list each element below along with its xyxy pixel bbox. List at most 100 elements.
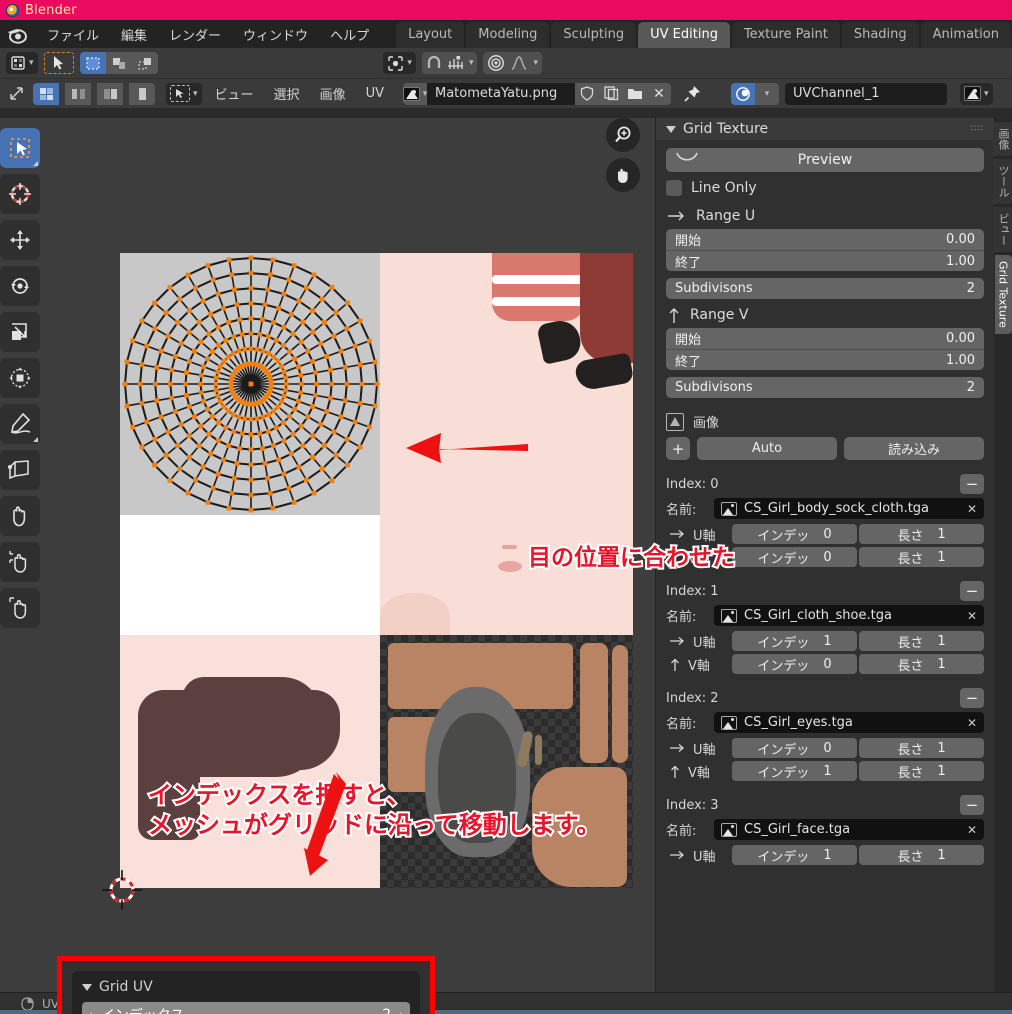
vtab-tool[interactable]: ツール: [993, 159, 1012, 204]
uv-sync-selection-button[interactable]: ▾: [166, 82, 202, 105]
zoom-button[interactable]: [606, 118, 640, 152]
tool-pinch[interactable]: [0, 542, 40, 582]
grid-texture-panel-header[interactable]: Grid Texture ∷∷: [656, 118, 994, 140]
menu-item-help[interactable]: ヘルプ: [319, 22, 380, 47]
stepper-next-icon[interactable]: ›: [391, 1008, 404, 1014]
grid-uv-panel-header[interactable]: Grid UV: [82, 979, 410, 995]
range-v-subdivisions-field[interactable]: Subdivisons 2: [666, 377, 984, 398]
line-only-checkbox[interactable]: [666, 180, 682, 196]
entry-v-length-field[interactable]: 長さ 1: [859, 761, 984, 781]
entry-u-length-field[interactable]: 長さ 1: [859, 524, 984, 544]
tool-tweak[interactable]: [0, 128, 40, 168]
range-u-subdivisions-field[interactable]: Subdivisons 2: [666, 278, 984, 299]
tab-animation[interactable]: Animation: [920, 22, 1011, 48]
select-face-mode[interactable]: [131, 52, 158, 74]
entry-u-index-field[interactable]: インデッ 1: [732, 631, 857, 651]
tab-layout[interactable]: Layout: [396, 22, 465, 48]
uv-select-island[interactable]: [129, 82, 155, 105]
clear-icon[interactable]: ✕: [967, 609, 977, 623]
entry-name-field[interactable]: CS_Girl_cloth_shoe.tga ✕: [714, 605, 984, 626]
vtab-view[interactable]: ビュー: [993, 207, 1012, 252]
tab-modeling[interactable]: Modeling: [466, 22, 550, 48]
grip-dots-icon[interactable]: ∷∷: [971, 125, 984, 134]
preview-button[interactable]: Preview: [666, 148, 984, 172]
vtab-image[interactable]: 画像: [993, 122, 1012, 156]
entry-u-length-field[interactable]: 長さ 1: [859, 631, 984, 651]
uv-menu-image[interactable]: 画像: [313, 84, 353, 103]
uv-select-face[interactable]: [97, 82, 123, 105]
menu-item-edit[interactable]: 編集: [110, 22, 158, 47]
load-button[interactable]: 読み込み: [844, 437, 984, 460]
image-name-field[interactable]: MatometaYatu.png: [427, 82, 575, 105]
uv-sync-vertex[interactable]: [33, 82, 59, 105]
tool-annotate[interactable]: [0, 404, 40, 444]
clear-icon[interactable]: ✕: [967, 823, 977, 837]
index-stepper[interactable]: ‹ インデックス 2 ›: [82, 1002, 410, 1014]
tab-texture-paint[interactable]: Texture Paint: [731, 22, 840, 48]
open-image-button[interactable]: [623, 82, 647, 105]
new-image-button[interactable]: [599, 82, 623, 105]
tool-move[interactable]: [0, 220, 40, 260]
range-v-start-field[interactable]: 開始 0.00: [666, 328, 984, 349]
uv-select-mode-group[interactable]: [79, 52, 158, 74]
pin-button[interactable]: [681, 83, 703, 105]
uv-menu-uv[interactable]: UV: [359, 86, 391, 101]
cursor-tool-indicator[interactable]: [43, 52, 74, 74]
editor-type-button[interactable]: ▾: [6, 52, 38, 74]
entry-name-field[interactable]: CS_Girl_eyes.tga ✕: [714, 712, 984, 733]
entry-v-index-field[interactable]: インデッ 0: [732, 654, 857, 674]
uvmap-browse-button[interactable]: [731, 82, 755, 105]
blender-app-icon[interactable]: [6, 24, 28, 44]
clear-icon[interactable]: ✕: [967, 716, 977, 730]
entry-u-index-field[interactable]: インデッ 0: [732, 524, 857, 544]
entry-v-length-field[interactable]: 長さ 1: [859, 654, 984, 674]
entry-name-field[interactable]: CS_Girl_face.tga ✕: [714, 819, 984, 840]
entry-u-index-field[interactable]: インデッ 0: [732, 738, 857, 758]
remove-entry-button[interactable]: −: [960, 688, 984, 708]
display-channels-button[interactable]: ▾: [960, 82, 993, 105]
tool-relax[interactable]: [0, 588, 40, 628]
fake-user-button[interactable]: [575, 82, 599, 105]
tool-scale[interactable]: [0, 312, 40, 352]
remove-entry-button[interactable]: −: [960, 474, 984, 494]
tab-sculpting[interactable]: Sculpting: [551, 22, 637, 48]
tab-shading[interactable]: Shading: [841, 22, 919, 48]
menu-item-file[interactable]: ファイル: [36, 22, 110, 47]
entry-u-length-field[interactable]: 長さ 1: [859, 738, 984, 758]
snapping-group[interactable]: ▾: [421, 52, 478, 74]
uv-menu-view[interactable]: ビュー: [208, 84, 261, 103]
auto-button[interactable]: Auto: [697, 437, 837, 460]
tool-rip-region[interactable]: [0, 450, 40, 490]
remove-entry-button[interactable]: −: [960, 581, 984, 601]
entry-name-field[interactable]: CS_Girl_body_sock_cloth.tga ✕: [714, 498, 984, 519]
editor-type-switch[interactable]: [5, 83, 27, 105]
range-u-end-field[interactable]: 終了 1.00: [666, 250, 984, 271]
tool-transform[interactable]: [0, 358, 40, 398]
pivot-point-button[interactable]: ▾: [383, 52, 416, 74]
add-image-button[interactable]: +: [666, 437, 690, 460]
entry-v-index-field[interactable]: インデッ 1: [732, 761, 857, 781]
remove-entry-button[interactable]: −: [960, 795, 984, 815]
tool-grab[interactable]: [0, 496, 40, 536]
proportional-edit-group[interactable]: ▾: [483, 52, 542, 74]
uvmap-dropdown[interactable]: ▾: [755, 82, 779, 105]
uv-channel-field[interactable]: UVChannel_1: [785, 82, 947, 105]
clear-icon[interactable]: ✕: [967, 502, 977, 516]
image-browse-button[interactable]: ▾: [402, 82, 427, 105]
menu-item-window[interactable]: ウィンドウ: [232, 22, 319, 47]
uv-menu-select[interactable]: 選択: [267, 84, 307, 103]
select-vertex-mode[interactable]: [79, 52, 106, 74]
pan-button[interactable]: [606, 158, 640, 192]
vtab-grid-texture[interactable]: Grid Texture: [994, 255, 1012, 334]
tool-cursor[interactable]: [0, 174, 40, 214]
tool-rotate[interactable]: [0, 266, 40, 306]
entry-v-length-field[interactable]: 長さ 1: [859, 547, 984, 567]
uv-select-edge[interactable]: [65, 82, 91, 105]
line-only-row[interactable]: Line Only: [666, 180, 984, 196]
select-edge-mode[interactable]: [105, 52, 132, 74]
entry-u-index-field[interactable]: インデッ 1: [732, 845, 857, 865]
entry-v-index-field[interactable]: インデッ 0: [732, 547, 857, 567]
unlink-image-button[interactable]: ✕: [647, 82, 671, 105]
tab-uv-editing[interactable]: UV Editing: [638, 22, 730, 48]
range-u-start-field[interactable]: 開始 0.00: [666, 229, 984, 250]
